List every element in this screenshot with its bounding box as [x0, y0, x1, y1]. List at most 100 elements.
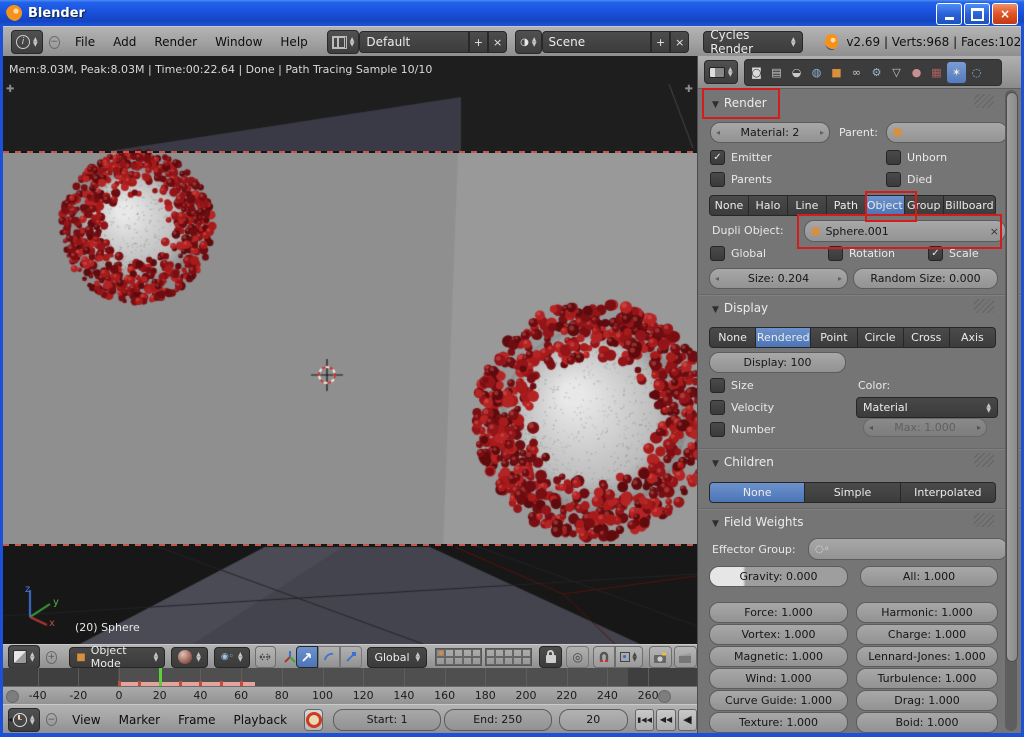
panel-grip[interactable]: [974, 513, 994, 527]
display-count-field[interactable]: Display: 100: [709, 352, 846, 373]
render-as-none[interactable]: None: [709, 195, 749, 216]
editor-type-selector[interactable]: ▲ ▼: [8, 707, 40, 732]
editor-type-selector[interactable]: i ▲ ▼: [11, 30, 43, 54]
global-checkbox[interactable]: [710, 246, 725, 261]
random-size-field[interactable]: Random Size: 0.000: [853, 268, 998, 289]
layers-widget-group1[interactable]: [435, 648, 483, 666]
previous-keyframe-button[interactable]: ◀◀: [656, 708, 676, 731]
display-as-axis[interactable]: Axis: [949, 327, 996, 348]
close-button[interactable]: ×: [992, 3, 1018, 25]
children-simple[interactable]: Simple: [805, 482, 901, 503]
jump-to-start-button[interactable]: ▮◀◀: [635, 708, 655, 731]
tab-object-data-icon[interactable]: ▽: [887, 62, 906, 83]
scene-name-field[interactable]: Scene: [541, 31, 652, 53]
scrollbar-thumb[interactable]: [1006, 92, 1018, 662]
frame-end-field[interactable]: ◂ End: 250 ▸: [8, 708, 692, 731]
panel-grip[interactable]: [974, 94, 994, 108]
tab-render-icon[interactable]: ◙: [747, 62, 766, 83]
render-as-billboard[interactable]: Billboard: [943, 195, 996, 216]
children-none[interactable]: None: [709, 482, 806, 503]
delete-scene-button[interactable]: ×: [670, 31, 690, 53]
scrollbar-end-left[interactable]: [6, 690, 19, 703]
parent-object-field[interactable]: ■: [886, 122, 1008, 143]
viewport-shading-dropdown[interactable]: ▲ ▼: [171, 646, 208, 668]
weight-vortex[interactable]: Vortex: 1.000: [709, 624, 848, 645]
opengl-render-anim-button[interactable]: [673, 646, 697, 668]
current-frame-field[interactable]: ◂ 20 ▸: [8, 708, 692, 731]
render-as-path[interactable]: Path: [826, 195, 866, 216]
tab-particles-icon[interactable]: ✶: [947, 62, 966, 83]
mode-dropdown[interactable]: ■ Object Mode ▲ ▼: [69, 645, 166, 669]
collapse-menus-icon[interactable]: −: [48, 35, 61, 49]
size-field[interactable]: ◂ Size: 0.204 ▸: [709, 268, 848, 289]
menu-playback[interactable]: Playback: [225, 713, 297, 727]
weight-all[interactable]: All: 1.000: [860, 566, 998, 587]
display-as-rendered[interactable]: Rendered: [756, 327, 812, 348]
children-interpolated[interactable]: Interpolated: [900, 482, 996, 503]
lock-to-scene-button[interactable]: [539, 646, 563, 668]
died-checkbox[interactable]: [886, 172, 901, 187]
render-as-line[interactable]: Line: [787, 195, 827, 216]
display-as-circle[interactable]: Circle: [857, 327, 904, 348]
auto-keyframe-button[interactable]: [304, 708, 324, 731]
opengl-render-button[interactable]: [648, 646, 672, 668]
timeline-track-area[interactable]: [3, 668, 697, 686]
weight-boid[interactable]: Boid: 1.000: [856, 712, 998, 733]
menu-window[interactable]: Window: [206, 35, 271, 49]
tab-object-icon[interactable]: ■: [827, 62, 846, 83]
weight-harmonic[interactable]: Harmonic: 1.000: [856, 602, 998, 623]
add-layout-button[interactable]: +: [469, 31, 489, 53]
translate-manipulator-button[interactable]: [295, 646, 319, 668]
display-size-checkbox[interactable]: [710, 378, 725, 393]
menu-frame[interactable]: Frame: [169, 713, 224, 727]
panel-header-field-weights[interactable]: ▼ Field Weights: [712, 515, 804, 529]
emitter-checkbox[interactable]: ✓: [710, 150, 725, 165]
3d-viewport[interactable]: Mem:8.03M, Peak:8.03M | Time:00:22.64 | …: [3, 56, 697, 644]
weight-wind[interactable]: Wind: 1.000: [709, 668, 848, 689]
collapse-menus-icon[interactable]: −: [45, 713, 58, 726]
timeline-ruler[interactable]: -40 -20 0 20 40 60 80 100 120 140 160 180 200 220 240 2…: [3, 686, 697, 706]
editor-type-selector[interactable]: ▲ ▼: [8, 645, 40, 669]
manipulator-toggle-button[interactable]: [254, 646, 276, 668]
weight-texture[interactable]: Texture: 1.000: [709, 712, 848, 733]
snap-element-dropdown[interactable]: ▲ ▼: [614, 646, 643, 668]
menu-help[interactable]: Help: [271, 35, 316, 49]
menu-marker[interactable]: Marker: [110, 713, 169, 727]
editor-type-selector[interactable]: ▲ ▼: [704, 60, 738, 84]
collapse-menus-icon[interactable]: +: [45, 650, 58, 664]
weight-gravity[interactable]: Gravity: 0.000: [709, 566, 848, 587]
unborn-checkbox[interactable]: [886, 150, 901, 165]
weight-curve-guide[interactable]: Curve Guide: 1.000: [709, 690, 848, 711]
weight-lennard-jones[interactable]: Lennard-Jones: 1.000: [856, 646, 998, 667]
menu-add[interactable]: Add: [104, 35, 145, 49]
layout-name-field[interactable]: Default: [359, 31, 469, 53]
parents-checkbox[interactable]: [710, 172, 725, 187]
playhead[interactable]: [158, 668, 162, 686]
region-expand-icon[interactable]: ✚: [6, 84, 14, 95]
scale-manipulator-button[interactable]: [340, 646, 363, 668]
menu-render[interactable]: Render: [145, 35, 206, 49]
tab-constraints-icon[interactable]: ∞: [847, 62, 866, 83]
screen-layout-selector[interactable]: ▲ ▼: [326, 30, 360, 54]
tab-modifiers-icon[interactable]: ⚙: [867, 62, 886, 83]
weight-magnetic[interactable]: Magnetic: 1.000: [709, 646, 848, 667]
transform-orientation-dropdown[interactable]: Global ▲ ▼: [367, 646, 428, 668]
color-dropdown[interactable]: Material ▲ ▼: [856, 397, 998, 418]
weight-turbulence[interactable]: Turbulence: 1.000: [856, 668, 998, 689]
panel-grip[interactable]: [974, 453, 994, 467]
weight-drag[interactable]: Drag: 1.000: [856, 690, 998, 711]
render-as-halo[interactable]: Halo: [748, 195, 788, 216]
weight-force[interactable]: Force: 1.000: [709, 602, 848, 623]
display-as-point[interactable]: Point: [811, 327, 858, 348]
scene-selector[interactable]: ◑ ▲ ▼: [515, 30, 542, 54]
material-number-field[interactable]: ◂ Material: 2 ▸: [710, 122, 830, 143]
pivot-point-dropdown[interactable]: ◉◦ ▲ ▼: [213, 646, 250, 668]
tab-texture-icon[interactable]: ▦: [927, 62, 946, 83]
tab-scene-icon[interactable]: ◒: [787, 62, 806, 83]
region-expand-icon[interactable]: ✚: [685, 84, 693, 95]
weight-charge[interactable]: Charge: 1.000: [856, 624, 998, 645]
proportional-edit-button[interactable]: ◎: [566, 646, 590, 668]
tab-render-layers-icon[interactable]: ▤: [767, 62, 786, 83]
title-bar[interactable]: Blender ×: [0, 0, 1024, 26]
render-engine-dropdown[interactable]: Cycles Render ▲ ▼: [703, 28, 803, 56]
